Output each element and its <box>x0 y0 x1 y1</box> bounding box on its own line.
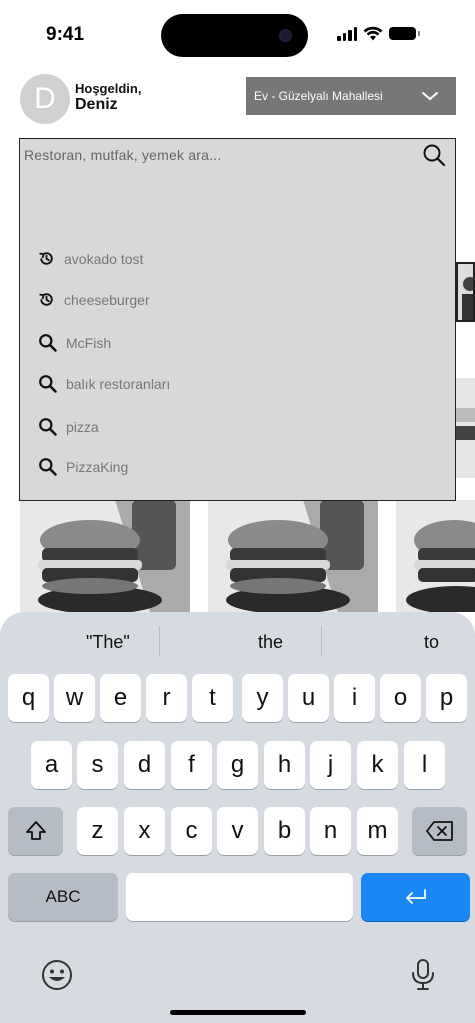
shift-key[interactable] <box>8 807 63 855</box>
status-time: 9:41 <box>46 24 85 45</box>
history-icon <box>39 293 53 306</box>
search-icon <box>39 458 57 476</box>
suggestion-item[interactable]: avokado tost <box>38 250 143 267</box>
key-v[interactable]: v <box>217 807 258 855</box>
suggestion-item[interactable]: pizza <box>38 417 99 436</box>
search-icon <box>39 375 57 393</box>
user-name: Deniz <box>75 96 118 113</box>
chevron-down-icon <box>422 92 438 101</box>
address-dropdown[interactable]: Ev - Güzelyalı Mahallesi <box>246 77 456 115</box>
key-l[interactable]: l <box>404 741 445 789</box>
return-icon <box>405 889 426 904</box>
suggestion-label: PizzaKing <box>66 458 129 475</box>
suggestion-item[interactable]: cheeseburger <box>38 291 150 308</box>
keyboard: "The" the to q w e r t y u i o p a s d f… <box>0 612 475 1023</box>
emoji-icon[interactable] <box>41 959 73 991</box>
key-o[interactable]: o <box>380 674 421 722</box>
key-b[interactable]: b <box>264 807 305 855</box>
space-key[interactable] <box>126 873 353 921</box>
key-y[interactable]: y <box>242 674 283 722</box>
suggestion-label: cheeseburger <box>64 291 150 308</box>
search-suggestions: avokado tost cheeseburger McFish balık r… <box>19 172 456 501</box>
search-bar <box>19 138 456 173</box>
key-g[interactable]: g <box>217 741 258 789</box>
history-icon <box>39 252 53 265</box>
key-t[interactable]: t <box>192 674 233 722</box>
key-q[interactable]: q <box>8 674 49 722</box>
delete-key[interactable] <box>412 807 467 855</box>
key-u[interactable]: u <box>288 674 329 722</box>
status-icons <box>337 26 420 41</box>
key-z[interactable]: z <box>77 807 118 855</box>
camera-icon <box>279 29 292 42</box>
search-icon <box>39 334 57 352</box>
suggestion-item[interactable]: McFish <box>38 333 111 352</box>
key-k[interactable]: k <box>357 741 398 789</box>
microphone-icon[interactable] <box>410 958 436 992</box>
search-icon <box>39 418 57 436</box>
key-c[interactable]: c <box>171 807 212 855</box>
battery-icon <box>389 27 420 40</box>
return-key[interactable] <box>361 873 470 921</box>
prediction-item[interactable]: "The" <box>86 632 130 653</box>
greeting-text: Hoşgeldin, <box>75 81 142 96</box>
wifi-icon <box>363 26 383 41</box>
dynamic-island <box>161 14 308 57</box>
key-i[interactable]: i <box>334 674 375 722</box>
key-a[interactable]: a <box>31 741 72 789</box>
key-j[interactable]: j <box>310 741 351 789</box>
delete-icon <box>425 821 453 841</box>
promo-banner[interactable] <box>456 378 475 478</box>
key-e[interactable]: e <box>100 674 141 722</box>
suggestion-label: McFish <box>66 334 112 351</box>
key-h[interactable]: h <box>264 741 305 789</box>
home-indicator[interactable] <box>170 1010 306 1015</box>
suggestion-item[interactable]: balık restoranları <box>38 374 170 393</box>
prediction-item[interactable]: the <box>258 632 283 653</box>
search-icon[interactable] <box>421 142 447 168</box>
suggestion-label: pizza <box>66 418 99 435</box>
status-bar: 9:41 <box>0 0 475 70</box>
abc-key[interactable]: ABC <box>8 873 118 921</box>
shift-icon <box>25 821 46 840</box>
key-w[interactable]: w <box>54 674 95 722</box>
key-m[interactable]: m <box>357 807 398 855</box>
suggestion-label: avokado tost <box>64 250 144 267</box>
key-r[interactable]: r <box>146 674 187 722</box>
key-d[interactable]: d <box>124 741 165 789</box>
restaurant-card[interactable] <box>396 500 475 612</box>
key-n[interactable]: n <box>310 807 351 855</box>
address-label: Ev - Güzelyalı Mahallesi <box>254 89 383 103</box>
restaurant-card[interactable] <box>20 500 190 612</box>
prediction-divider <box>159 626 160 656</box>
search-input[interactable] <box>20 139 410 171</box>
key-x[interactable]: x <box>124 807 165 855</box>
signal-icon <box>337 26 357 41</box>
key-f[interactable]: f <box>171 741 212 789</box>
story-thumbnail[interactable] <box>456 262 475 322</box>
key-p[interactable]: p <box>426 674 467 722</box>
key-s[interactable]: s <box>77 741 118 789</box>
prediction-divider <box>321 626 322 656</box>
suggestion-label: balık restoranları <box>66 375 171 392</box>
restaurant-card[interactable] <box>208 500 378 612</box>
prediction-item[interactable]: to <box>424 632 439 653</box>
suggestion-item[interactable]: PizzaKing <box>38 457 128 476</box>
avatar[interactable]: D <box>20 74 70 124</box>
